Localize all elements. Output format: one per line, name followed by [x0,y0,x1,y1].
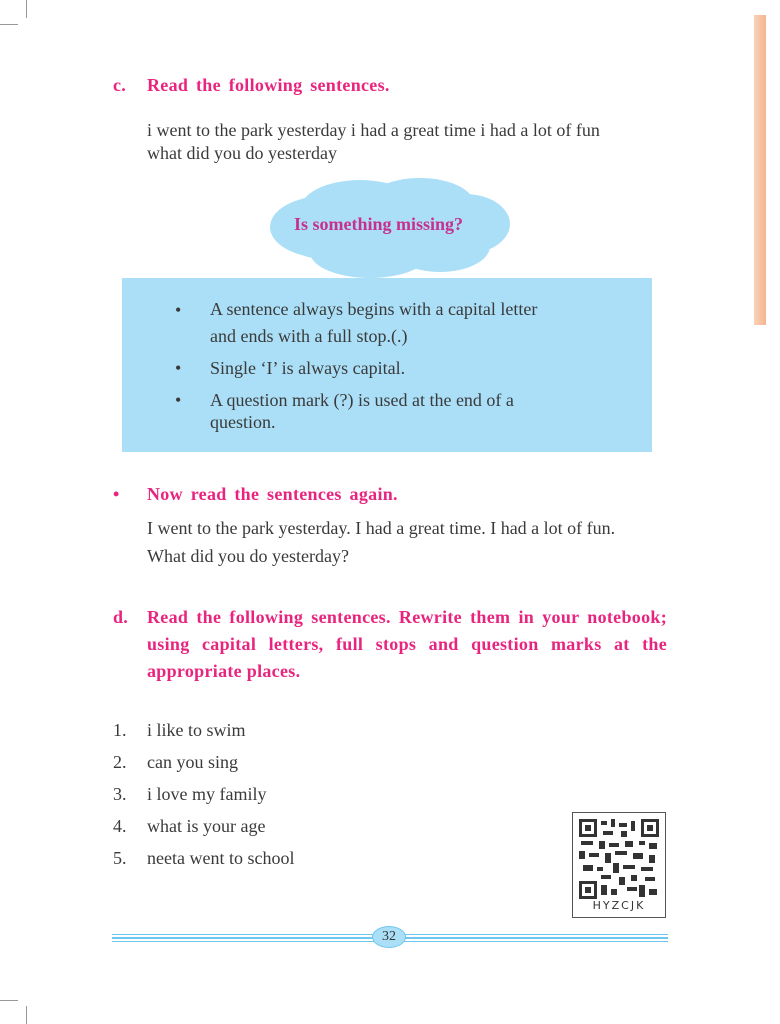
rule-text: and ends with a full stop.(.) [210,326,408,346]
crop-mark [0,24,18,25]
list-number: 4. [113,816,127,836]
qr-code[interactable]: HYZCJK [572,812,666,918]
bullet: • [175,390,182,410]
qr-code-text: HYZCJK [592,899,646,912]
bullet: • [175,358,182,378]
crop-mark [26,1006,27,1024]
qr-code-icon [579,819,659,899]
list-item: what is your age [147,816,266,836]
rule-text: question. [210,412,276,432]
cloud-text: Is something missing? [294,214,464,234]
section-c-label: c. [113,75,127,95]
bullet: • [175,300,182,320]
crop-mark [0,1000,18,1001]
section-c-heading: Read the following sentences. [147,75,390,95]
page-edge-strip [754,15,766,325]
unpunctuated-line: i went to the park yesterday i had a gre… [147,120,600,140]
list-number: 3. [113,784,127,804]
section-d-heading: using capital letters, full stops and qu… [147,634,667,654]
section-d-heading: Read the following sentences. Rewrite th… [147,607,667,627]
punctuated-line: I went to the park yesterday. I had a gr… [147,518,616,538]
list-item: i like to swim [147,720,246,740]
list-number: 1. [113,720,127,740]
again-heading: Now read the sentences again. [147,484,398,504]
list-number: 2. [113,752,127,772]
rule-text: A question mark (?) is used at the end o… [210,390,514,410]
unpunctuated-line: what did you do yesterday [147,143,337,163]
list-number: 5. [113,848,127,868]
bullet: • [113,484,120,504]
rule-text: A sentence always begins with a capital … [210,299,538,319]
crop-mark [26,0,27,18]
rule-text: Single ‘I’ is always capital. [210,358,406,378]
page-number: 32 [372,926,406,948]
list-item: can you sing [147,752,238,772]
section-d-label: d. [113,607,129,627]
list-item: i love my family [147,784,267,804]
list-item: neeta went to school [147,848,295,868]
section-d-heading: appropriate places. [147,661,301,681]
punctuated-line: What did you do yesterday? [147,546,349,566]
